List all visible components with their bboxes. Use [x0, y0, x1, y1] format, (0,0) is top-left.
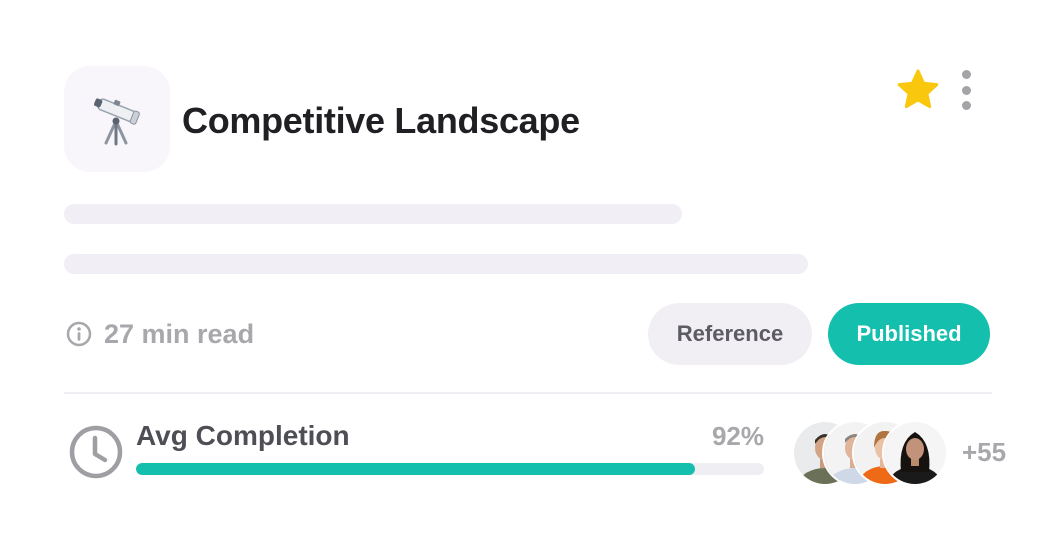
reference-tag-button[interactable]: Reference — [648, 303, 812, 365]
telescope-tile — [64, 66, 170, 172]
divider — [64, 392, 992, 394]
kebab-menu-icon[interactable] — [955, 68, 977, 112]
info-icon — [66, 321, 92, 347]
read-time-label: 27 min read — [104, 318, 255, 349]
description-placeholder-line — [64, 204, 682, 224]
kebab-dot — [961, 70, 971, 79]
completion-progress-fill — [136, 463, 695, 475]
completion-percent: 92% — [711, 421, 764, 451]
description-placeholder-line — [64, 254, 808, 274]
telescope-icon — [94, 98, 140, 146]
more-participants-count[interactable]: +55 — [962, 437, 1006, 468]
content-card[interactable]: Competitive Landscape 27 min read Refere… — [0, 0, 1054, 548]
kebab-dot — [961, 85, 971, 95]
clock-icon — [69, 425, 123, 479]
card-title: Competitive Landscape — [182, 100, 580, 141]
avatar[interactable] — [882, 420, 948, 486]
completion-progress-track — [136, 463, 764, 475]
star-icon[interactable] — [896, 68, 940, 112]
kebab-dot — [961, 101, 971, 110]
read-time: 27 min read — [66, 318, 254, 350]
avg-completion-label: Avg Completion — [136, 420, 350, 451]
published-status-button[interactable]: Published — [828, 303, 990, 365]
